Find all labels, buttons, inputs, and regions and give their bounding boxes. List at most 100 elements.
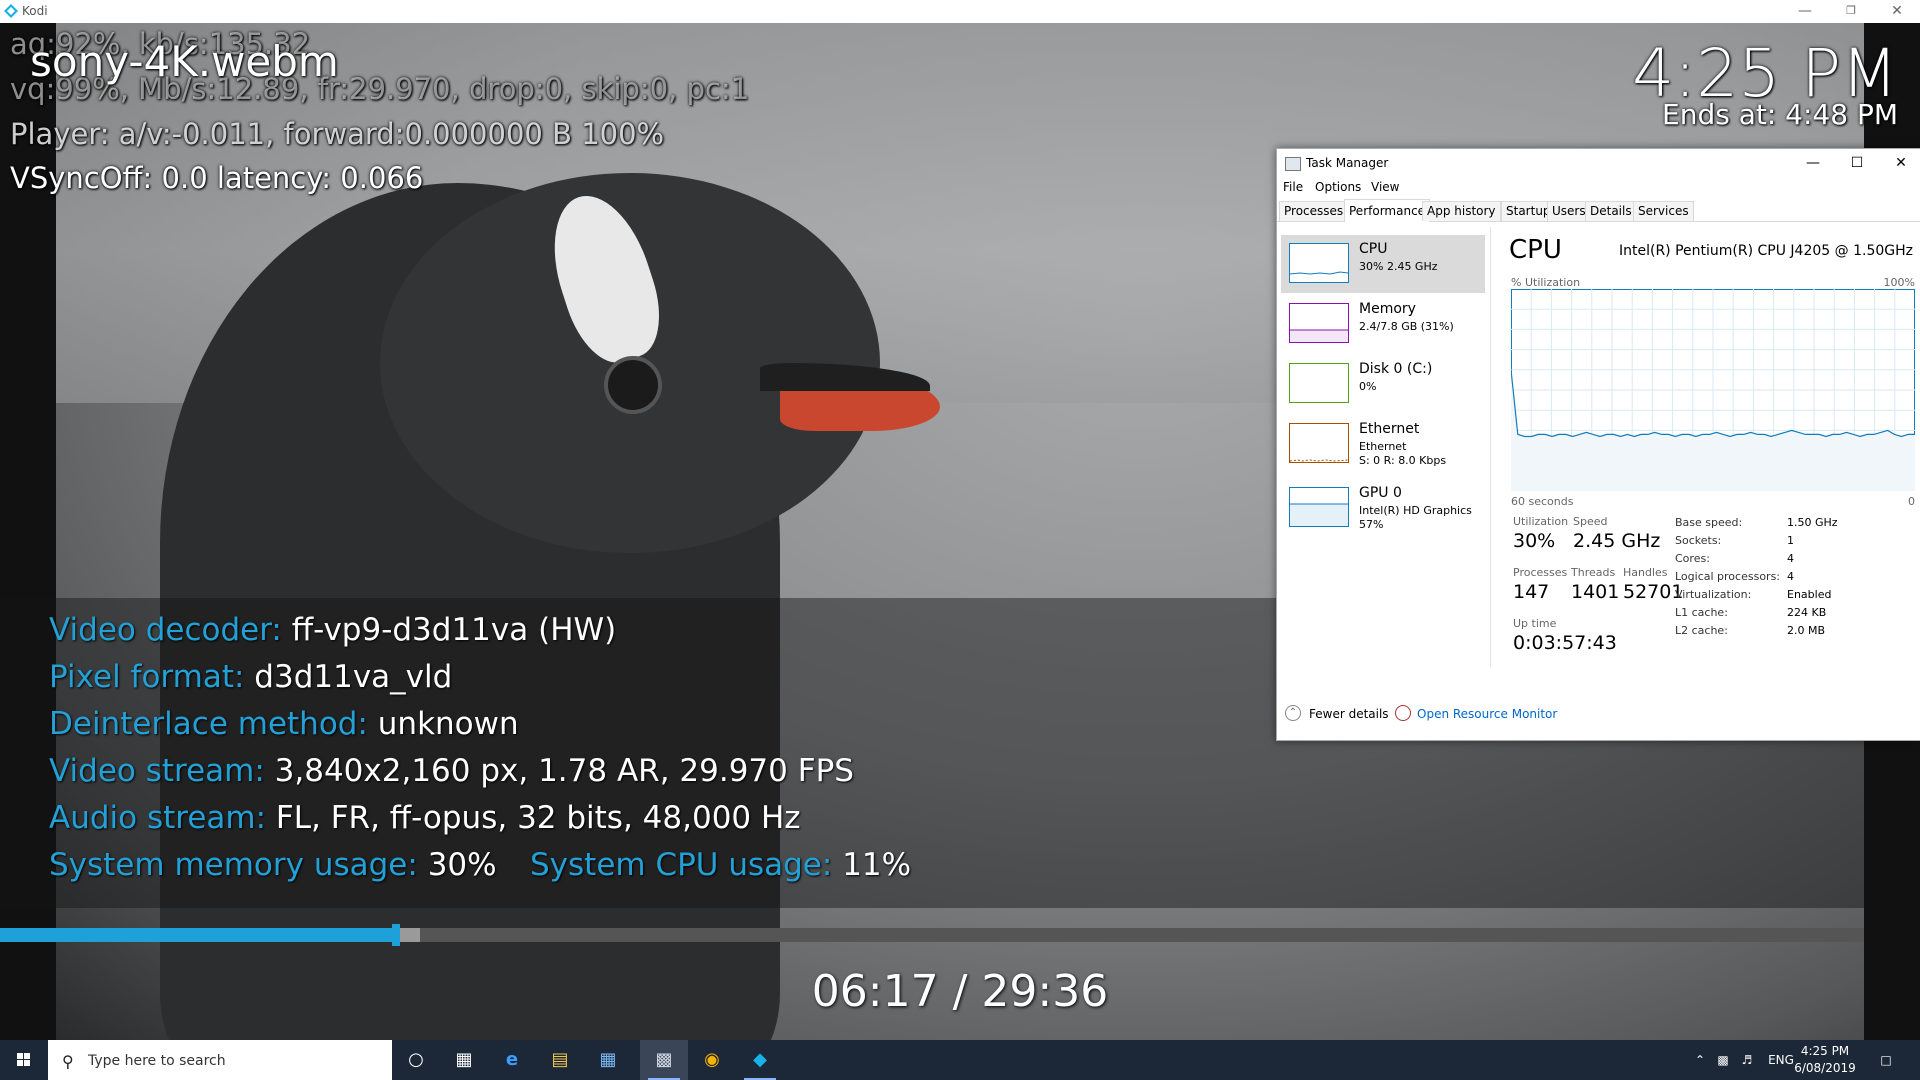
stat-uptime: 0:03:57:43 (1513, 632, 1617, 654)
cpu-thumb-graph (1289, 243, 1349, 283)
network-icon[interactable]: ▩ (1712, 1040, 1734, 1080)
minimize-button[interactable]: — (1782, 0, 1828, 23)
util-axis-max: 100% (1883, 276, 1915, 289)
resource-detail: Ethernet (1359, 440, 1407, 453)
tab-app-history[interactable]: App history (1422, 201, 1501, 221)
resource-monitor-icon[interactable] (1395, 705, 1411, 721)
cortana-icon[interactable]: ○ (392, 1040, 440, 1080)
info-value: 11% (842, 847, 912, 883)
tm-close-button[interactable]: ✕ (1881, 152, 1920, 174)
tray-date: 6/08/2019 (1794, 1061, 1856, 1075)
start-button[interactable] (0, 1040, 48, 1080)
info-system-cpu: System CPU usage: 11% (530, 847, 911, 883)
resource-detail: Intel(R) HD Graphics (1359, 504, 1472, 517)
seek-bar[interactable] (0, 924, 1864, 946)
resource-gpu[interactable]: GPU 0 Intel(R) HD Graphics 57% (1281, 479, 1485, 537)
tm-maximize-button[interactable]: ☐ (1837, 152, 1877, 174)
spec-value: Enabled (1787, 588, 1832, 601)
task-view-icon[interactable]: ▦ (440, 1040, 488, 1080)
taskbar-search[interactable]: ⚲ Type here to search (48, 1040, 392, 1080)
edge-icon[interactable]: e (488, 1040, 536, 1080)
resource-detail-2: 57% (1359, 518, 1384, 531)
chrome-icon[interactable]: ◉ (688, 1040, 736, 1080)
info-value: 3,840x2,160 px, 1.78 AR, 29.970 FPS (274, 753, 854, 789)
chevron-up-icon[interactable]: ⌃ (1285, 705, 1301, 721)
tab-processes[interactable]: Processes (1279, 201, 1349, 221)
tm-titlebar[interactable]: Task Manager — ☐ ✕ (1277, 149, 1920, 177)
resource-detail-2: S: 0 R: 8.0 Kbps (1359, 454, 1447, 467)
tm-title: Task Manager (1306, 156, 1389, 170)
resource-cpu[interactable]: CPU 30% 2.45 GHz (1281, 235, 1485, 293)
spec-key: Virtualization: (1675, 588, 1752, 601)
search-placeholder: Type here to search (88, 1053, 226, 1069)
kodi-taskbar-icon[interactable]: ◆ (736, 1040, 784, 1080)
open-resource-monitor-link[interactable]: Open Resource Monitor (1417, 707, 1557, 721)
close-button[interactable]: ✕ (1874, 0, 1920, 23)
util-axis-label: % Utilization (1511, 276, 1581, 289)
stat-processes: 147 (1513, 581, 1550, 603)
info-label: Deinterlace method: (49, 706, 368, 742)
gpu-thumb-graph (1289, 487, 1349, 527)
stat-speed-label: Speed (1573, 515, 1608, 528)
resource-memory[interactable]: Memory 2.4/7.8 GB (31%) (1281, 295, 1485, 353)
resource-name: GPU 0 (1359, 485, 1402, 501)
task-manager-icon (1285, 157, 1301, 171)
cpu-utilization-graph (1511, 289, 1915, 491)
info-value: ff-vp9-d3d11va (HW) (291, 612, 617, 648)
seek-handle[interactable] (391, 924, 400, 946)
task-manager-taskbar-icon[interactable]: ▩ (640, 1040, 688, 1080)
restore-button[interactable]: ❐ (1828, 0, 1874, 23)
cpu-title: CPU (1509, 235, 1562, 265)
tm-minimize-button[interactable]: — (1793, 152, 1833, 174)
spec-key: Sockets: (1675, 534, 1722, 547)
info-label: Audio stream: (49, 800, 267, 836)
resource-detail: 30% 2.45 GHz (1359, 260, 1438, 273)
resource-name: Disk 0 (C:) (1359, 361, 1433, 377)
tray-clock[interactable]: 4:25 PM 6/08/2019 (1786, 1043, 1864, 1077)
tm-divider (1490, 227, 1491, 667)
info-deinterlace: Deinterlace method: unknown (49, 706, 519, 742)
windows-logo-icon (17, 1053, 30, 1066)
menu-options[interactable]: Options (1315, 180, 1361, 194)
tm-footer: ⌃ Fewer details Open Resource Monitor (1277, 697, 1920, 727)
menu-file[interactable]: File (1283, 180, 1303, 194)
tab-services[interactable]: Services (1633, 201, 1694, 221)
tm-resource-list: CPU 30% 2.45 GHz Memory 2.4/7.8 GB (31%)… (1281, 235, 1485, 555)
fewer-details-link[interactable]: Fewer details (1309, 707, 1389, 721)
spec-value: 1 (1787, 534, 1794, 547)
cpu-detail-pane: CPU Intel(R) Pentium(R) CPU J4205 @ 1.50… (1493, 225, 1920, 675)
notification-icon[interactable]: □ (1866, 1040, 1906, 1080)
kodi-titlebar: Kodi — ❐ ✕ (0, 0, 1920, 23)
spec-value: 4 (1787, 570, 1794, 583)
info-label: Video stream: (49, 753, 265, 789)
stat-processes-label: Processes (1513, 566, 1568, 579)
tab-details[interactable]: Details (1585, 201, 1637, 221)
windows-taskbar: ⚲ Type here to search ○ ▦ e ▤ ▦ ▩ ◉ ◆ ⌃ … (0, 1040, 1920, 1080)
info-label: Pixel format: (49, 659, 245, 695)
file-explorer-icon[interactable]: ▤ (536, 1040, 584, 1080)
info-label: System memory usage: (49, 847, 418, 883)
spec-value: 224 KB (1787, 606, 1827, 619)
tab-performance[interactable]: Performance (1344, 199, 1431, 222)
task-manager-window[interactable]: Task Manager — ☐ ✕ File Options View Pro… (1276, 148, 1920, 741)
spec-key: Logical processors: (1675, 570, 1781, 583)
media-title: sony-4K.webm (30, 37, 339, 86)
volume-icon[interactable]: ♬ (1736, 1040, 1758, 1080)
spec-key: L1 cache: (1675, 606, 1728, 619)
store-icon[interactable]: ▦ (584, 1040, 632, 1080)
info-value: d3d11va_vld (254, 659, 453, 695)
resource-disk[interactable]: Disk 0 (C:) 0% (1281, 355, 1485, 413)
spec-key: Cores: (1675, 552, 1710, 565)
resource-name: Ethernet (1359, 421, 1420, 437)
spec-value: 4 (1787, 552, 1794, 565)
search-icon: ⚲ (62, 1052, 74, 1071)
resource-ethernet[interactable]: Ethernet Ethernet S: 0 R: 8.0 Kbps (1281, 415, 1485, 473)
menu-view[interactable]: View (1371, 180, 1399, 194)
spec-value: 2.0 MB (1787, 624, 1826, 637)
cpu-model: Intel(R) Pentium(R) CPU J4205 @ 1.50GHz (1619, 243, 1913, 259)
resource-name: Memory (1359, 301, 1416, 317)
tm-menu-bar: File Options View (1277, 177, 1920, 197)
ethernet-thumb-graph (1289, 423, 1349, 463)
stat-uptime-label: Up time (1513, 617, 1557, 630)
chevron-up-icon[interactable]: ⌃ (1690, 1040, 1710, 1080)
